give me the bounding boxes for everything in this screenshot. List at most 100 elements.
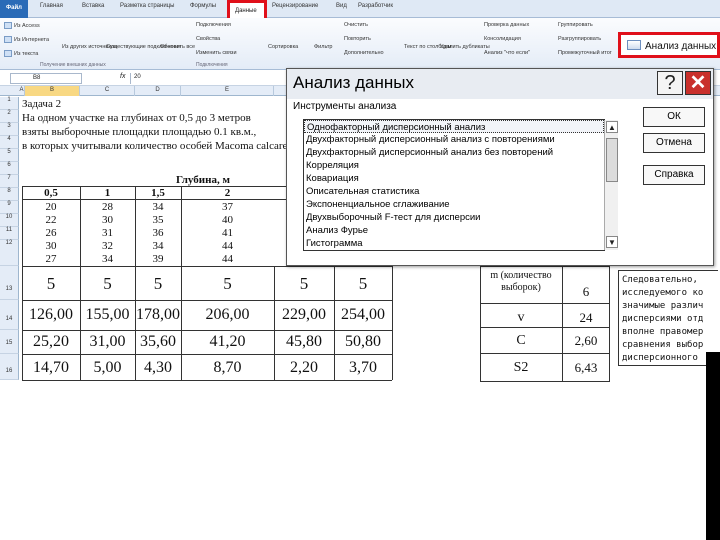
mean-cell[interactable]: 45,80 xyxy=(274,333,334,351)
from-access-button[interactable]: Из Access xyxy=(4,22,40,29)
dialog-titlebar[interactable]: Анализ данных ? ✕ xyxy=(287,69,713,99)
count-cell[interactable]: 5 xyxy=(181,274,274,294)
formula-input[interactable]: 20 xyxy=(130,73,280,84)
tab-home[interactable]: Главная xyxy=(40,3,63,9)
row-header[interactable]: 5 xyxy=(0,149,19,162)
row-header[interactable]: 4 xyxy=(0,136,19,149)
list-item[interactable]: Экспоненциальное сглаживание xyxy=(304,198,604,211)
s-value[interactable]: 6,43 xyxy=(562,360,610,376)
ok-button[interactable]: ОК xyxy=(643,107,705,127)
remove-duplicates-button[interactable]: Удалить дубликаты xyxy=(440,44,490,50)
list-item[interactable]: Описательная статистика xyxy=(304,185,604,198)
consolidate-button[interactable]: Консолидация xyxy=(484,36,521,42)
mean-cell[interactable]: 25,20 xyxy=(22,333,80,351)
row-header[interactable]: 7 xyxy=(0,175,19,188)
data-cell[interactable]: 34 xyxy=(135,240,181,252)
column-header-b[interactable]: B xyxy=(25,86,80,96)
data-cell[interactable]: 20 xyxy=(22,201,80,213)
tab-insert[interactable]: Вставка xyxy=(82,3,104,9)
whatif-button[interactable]: Анализ "что если" xyxy=(484,50,530,56)
m-value[interactable]: 6 xyxy=(562,284,610,300)
data-cell[interactable]: 27 xyxy=(22,253,80,265)
count-cell[interactable]: 5 xyxy=(22,274,80,294)
depth-cell[interactable]: 1,5 xyxy=(135,187,181,199)
column-header-d[interactable]: D xyxy=(135,86,181,96)
ungroup-button[interactable]: Разгруппировать xyxy=(558,36,601,42)
list-item[interactable]: Анализ Фурье xyxy=(304,224,604,237)
data-cell[interactable]: 30 xyxy=(80,214,135,226)
tab-file[interactable]: Файл xyxy=(0,0,28,18)
sum-cell[interactable]: 178,00 xyxy=(135,306,181,324)
depth-cell[interactable]: 0,5 xyxy=(22,187,80,199)
refresh-all-button[interactable]: Обновить все xyxy=(160,44,195,50)
list-item-selected[interactable]: Однофакторный дисперсионный анализ xyxy=(304,120,604,133)
data-cell[interactable]: 34 xyxy=(135,201,181,213)
from-text-button[interactable]: Из текста xyxy=(4,50,38,57)
count-cell[interactable]: 5 xyxy=(135,274,181,294)
row-header[interactable]: 13 xyxy=(0,266,19,300)
data-cell[interactable]: 41 xyxy=(181,227,274,239)
row-header[interactable]: 10 xyxy=(0,214,19,227)
column-header-c[interactable]: C xyxy=(80,86,135,96)
data-cell[interactable]: 22 xyxy=(22,214,80,226)
mean-cell[interactable]: 41,20 xyxy=(181,333,274,351)
tools-list[interactable]: Однофакторный дисперсионный анализ Двухф… xyxy=(303,119,618,251)
row-header[interactable]: 3 xyxy=(0,123,19,136)
count-cell[interactable]: 5 xyxy=(80,274,135,294)
subtotal-button[interactable]: Промежуточный итог xyxy=(558,50,612,56)
scroll-thumb[interactable] xyxy=(606,138,618,182)
tab-formulas[interactable]: Формулы xyxy=(190,3,216,9)
row-header[interactable]: 12 xyxy=(0,240,19,266)
row-header[interactable]: 8 xyxy=(0,188,19,201)
mean-cell[interactable]: 50,80 xyxy=(334,333,392,351)
sum-cell[interactable]: 254,00 xyxy=(334,306,392,324)
filter-button[interactable]: Фильтр xyxy=(314,44,332,50)
row-header[interactable]: 6 xyxy=(0,162,19,175)
sum-cell[interactable]: 229,00 xyxy=(274,306,334,324)
list-scrollbar[interactable]: ▲ ▼ xyxy=(604,120,618,250)
mean-cell[interactable]: 31,00 xyxy=(80,333,135,351)
data-cell[interactable]: 26 xyxy=(22,227,80,239)
data-cell[interactable]: 44 xyxy=(181,253,274,265)
tab-review[interactable]: Рецензирование xyxy=(272,3,318,9)
tab-layout[interactable]: Разметка страницы xyxy=(120,3,174,9)
variance-cell[interactable]: 14,70 xyxy=(22,359,80,377)
scroll-down-icon[interactable]: ▼ xyxy=(606,236,618,248)
data-cell[interactable]: 40 xyxy=(181,214,274,226)
cancel-button[interactable]: Отмена xyxy=(643,133,705,153)
data-cell[interactable]: 28 xyxy=(80,201,135,213)
help-button[interactable]: Справка xyxy=(643,165,705,185)
group-button[interactable]: Группировать xyxy=(558,22,593,28)
count-cell[interactable]: 5 xyxy=(334,274,392,294)
data-cell[interactable]: 37 xyxy=(181,201,274,213)
scroll-up-icon[interactable]: ▲ xyxy=(606,121,618,133)
data-cell[interactable]: 35 xyxy=(135,214,181,226)
row-header[interactable]: 2 xyxy=(0,110,19,123)
edit-links-button[interactable]: Изменить связи xyxy=(196,50,237,56)
row-header[interactable]: 15 xyxy=(0,330,19,354)
sum-cell[interactable]: 206,00 xyxy=(181,306,274,324)
data-cell[interactable]: 30 xyxy=(22,240,80,252)
row-header[interactable]: 9 xyxy=(0,201,19,214)
depth-cell[interactable]: 1 xyxy=(80,187,135,199)
properties-button[interactable]: Свойства xyxy=(196,36,220,42)
sum-cell[interactable]: 126,00 xyxy=(22,306,80,324)
list-item[interactable]: Гистограмма xyxy=(304,237,604,250)
fx-icon[interactable]: fx xyxy=(120,73,125,80)
variance-cell[interactable]: 8,70 xyxy=(181,359,274,377)
data-cell[interactable]: 34 xyxy=(80,253,135,265)
c-value[interactable]: 2,60 xyxy=(562,333,610,349)
advanced-button[interactable]: Дополнительно xyxy=(344,50,384,56)
list-item[interactable]: Ковариация xyxy=(304,172,604,185)
reapply-button[interactable]: Повторить xyxy=(344,36,371,42)
list-item[interactable]: Двухфакторный дисперсионный анализ с пов… xyxy=(304,133,604,146)
variance-cell[interactable]: 3,70 xyxy=(334,359,392,377)
help-icon[interactable]: ? xyxy=(657,71,683,95)
sum-cell[interactable]: 155,00 xyxy=(80,306,135,324)
depth-cell[interactable]: 2 xyxy=(181,187,274,199)
clear-button[interactable]: Очистить xyxy=(344,22,368,28)
row-header[interactable]: 14 xyxy=(0,300,19,330)
tab-view[interactable]: Вид xyxy=(336,3,347,9)
tab-developer[interactable]: Разработчик xyxy=(358,3,393,9)
data-validation-button[interactable]: Проверка данных xyxy=(484,22,529,28)
